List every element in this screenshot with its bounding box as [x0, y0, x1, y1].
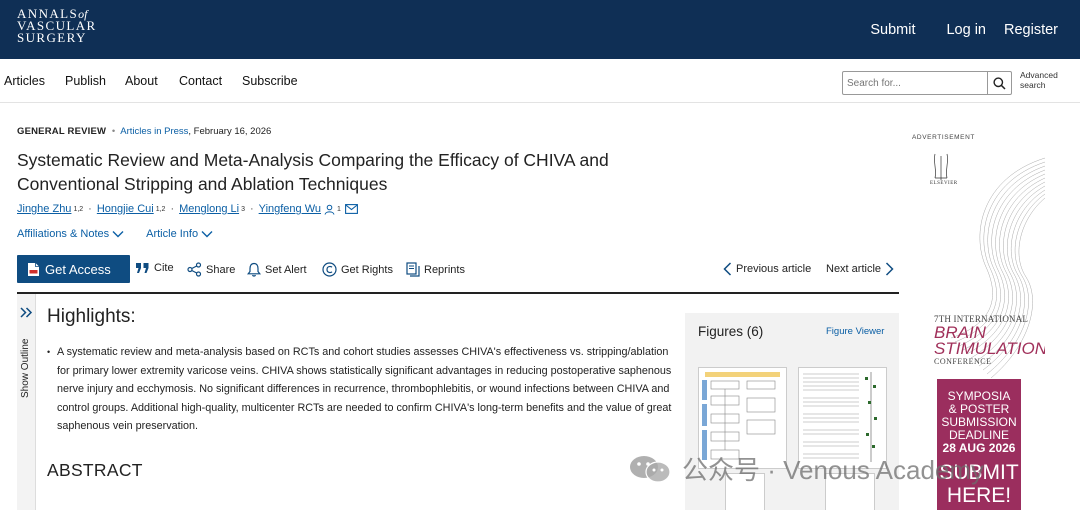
chevron-left-icon — [723, 262, 732, 276]
get-access-button[interactable]: Get Access — [17, 255, 130, 283]
ad-conference-stimulation: STIMULATION — [934, 339, 1045, 358]
show-outline-label: Show Outline — [20, 338, 31, 398]
top-header: ANNALSof VASCULAR SURGERY Submit Log in … — [0, 0, 1080, 59]
author-affiliation: 1 — [337, 205, 341, 213]
elsevier-logo-text: ELSEVIER — [930, 181, 958, 186]
highlights-heading: Highlights: — [47, 306, 136, 327]
reprints-button[interactable]: Reprints — [406, 262, 465, 277]
meta-separator: • — [111, 126, 116, 137]
article-category: GENERAL REVIEW — [17, 126, 107, 137]
article-date: , February 16, 2026 — [188, 126, 272, 137]
watermark: 公众号 · Venous Academy — [628, 450, 984, 487]
figure-viewer-link[interactable]: Figure Viewer — [826, 326, 884, 337]
author-separator: · — [88, 203, 92, 215]
cite-button[interactable]: Cite — [135, 262, 174, 274]
share-button[interactable]: Share — [187, 262, 235, 277]
share-icon — [187, 262, 202, 277]
set-alert-button[interactable]: Set Alert — [247, 262, 307, 277]
search-button[interactable] — [987, 72, 1011, 94]
ad-cta-box[interactable]: SYMPOSIA & POSTER SUBMISSION DEADLINE 28… — [937, 379, 1021, 510]
next-article-label: Next article — [826, 263, 882, 275]
advertisement-label: ADVERTISEMENT — [912, 134, 975, 141]
top-nav: Submit Log in Register — [870, 0, 1080, 59]
highlights-text: A systematic review and meta-analysis ba… — [47, 343, 675, 436]
next-article-link[interactable]: Next article — [826, 262, 894, 276]
author-separator: · — [249, 203, 254, 215]
affiliations-notes-label: Affiliations & Notes — [17, 228, 110, 240]
affiliations-notes-toggle[interactable]: Affiliations & Notes — [17, 228, 124, 240]
article-toolbar: Get Access Cite Share Set Alert Get Righ… — [17, 255, 899, 283]
wechat-icon — [630, 455, 671, 483]
email-icon[interactable] — [344, 204, 358, 214]
nav-publish[interactable]: Publish — [65, 74, 106, 88]
abstract-heading: ABSTRACT — [47, 460, 143, 480]
previous-article-label: Previous article — [736, 263, 812, 275]
author-link[interactable]: Jinghe Zhu — [17, 203, 71, 215]
toolbar-divider — [17, 292, 899, 294]
advanced-search-link[interactable]: Advanced search — [1020, 70, 1058, 90]
nav-contact[interactable]: Contact — [179, 74, 222, 88]
quote-icon — [136, 263, 149, 273]
ad-conference-name: BRAIN STIMULATION — [934, 324, 1045, 358]
ad-submit-line-2: HERE! — [946, 484, 1012, 507]
article-info-toggle[interactable]: Article Info — [146, 228, 213, 240]
article-info-label: Article Info — [146, 228, 199, 240]
nav-articles[interactable]: Articles — [4, 74, 45, 88]
search-box — [842, 71, 1012, 95]
get-rights-button[interactable]: Get Rights — [322, 262, 393, 277]
author-separator: · — [170, 203, 175, 215]
logo-text-surgery: SURGERY — [17, 30, 87, 45]
author-link[interactable]: Menglong Li — [179, 203, 239, 215]
search-icon — [993, 76, 1006, 90]
nav-subscribe[interactable]: Subscribe — [242, 74, 298, 88]
articles-in-press-link[interactable]: Articles in Press — [120, 126, 188, 137]
article-info-links: Affiliations & Notes Article Info — [17, 228, 235, 240]
author-affiliation: 1,2 — [155, 205, 166, 213]
reprints-label: Reprints — [424, 263, 465, 276]
chevron-down-icon — [112, 231, 124, 238]
author-list: Jinghe Zhu 1,2 · Hongjie Cui 1,2 · Menglon… — [17, 203, 358, 215]
watermark-text: 公众号 · Venous Academy — [682, 455, 985, 485]
author-affiliation: 1,2 — [73, 205, 84, 213]
reprints-icon — [406, 262, 420, 277]
bell-icon — [247, 262, 261, 277]
copyright-icon — [322, 262, 337, 277]
login-link[interactable]: Log in — [946, 22, 986, 38]
get-access-label: Get Access — [45, 261, 111, 277]
search-input[interactable] — [843, 72, 987, 94]
cite-label: Cite — [154, 262, 174, 274]
chevron-right-icon — [886, 262, 894, 276]
set-alert-label: Set Alert — [265, 263, 307, 276]
chevron-down-icon — [201, 231, 213, 238]
figures-title: Figures (6) — [698, 324, 764, 339]
article-title: Systematic Review and Meta-Analysis Comp… — [17, 150, 609, 194]
get-rights-label: Get Rights — [341, 263, 393, 276]
nav-about[interactable]: About — [125, 74, 158, 88]
share-label: Share — [206, 263, 236, 276]
author-link[interactable]: Yingfeng Wu — [259, 203, 321, 215]
journal-logo[interactable]: ANNALSof VASCULAR SURGERY — [17, 7, 97, 45]
person-icon — [324, 204, 335, 215]
pdf-icon — [28, 262, 39, 276]
author-link[interactable]: Hongjie Cui — [97, 203, 154, 215]
author-affiliation: 3 — [241, 205, 245, 213]
advanced-search-label-1: Advanced — [1020, 70, 1058, 80]
article-meta: GENERAL REVIEW • Articles in Press, Febr… — [17, 126, 271, 137]
previous-article-link[interactable]: Previous article — [723, 262, 811, 276]
ad-conference-label: CONFERENCE — [934, 357, 992, 366]
advanced-search-label-2: search — [1020, 80, 1046, 90]
submit-link[interactable]: Submit — [870, 22, 915, 38]
register-link[interactable]: Register — [1004, 22, 1058, 38]
show-outline-tab[interactable]: Show Outline — [17, 294, 36, 510]
double-chevron-right-icon — [20, 307, 33, 318]
